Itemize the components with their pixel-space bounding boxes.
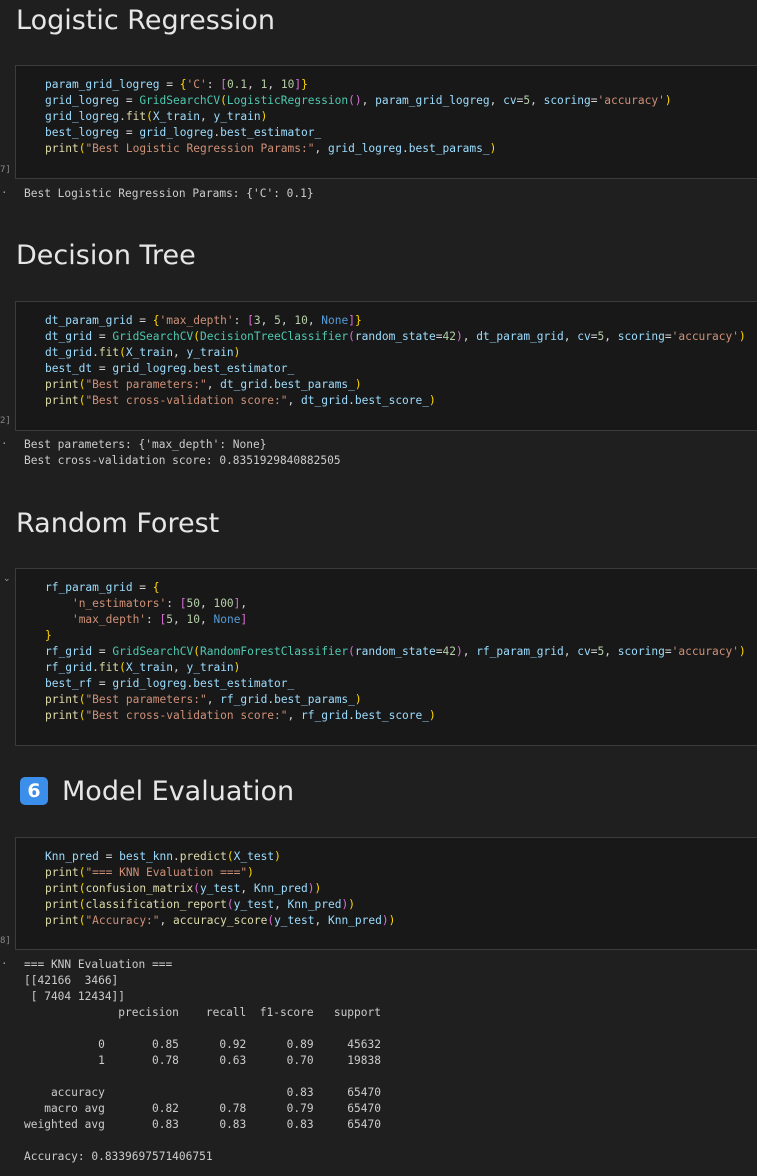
code-line: best_dt = grid_logreg.best_estimator_ [45, 362, 295, 375]
code-editor-logistic-regression[interactable]: param_grid_logreg = {'C': [0.1, 1, 10]} g… [45, 77, 672, 157]
code-line: 'n_estimators': [50, 100], [71, 597, 248, 610]
code-cell-logistic-regression[interactable]: param_grid_logreg = {'C': [0.1, 1, 10]} g… [15, 65, 757, 179]
code-cell-decision-tree[interactable]: dt_param_grid = {'max_depth': [3, 5, 10,… [15, 301, 757, 431]
output-line: Best parameters: {'max_depth': None} [24, 438, 267, 451]
cell-output-logistic-regression: Best Logistic Regression Params: {'C': 0… [24, 186, 314, 202]
code-editor-decision-tree[interactable]: dt_param_grid = {'max_depth': [3, 5, 10,… [45, 313, 746, 409]
code-line: print("Best cross-validation score:", rf… [45, 709, 436, 722]
output-line: Best Logistic Regression Params: {'C': 0… [24, 187, 314, 200]
code-line: print("Accuracy:", accuracy_score(y_test… [45, 914, 396, 927]
cell-output-model-evaluation: === KNN Evaluation === [[42166 3466] [ 74… [24, 957, 381, 1165]
code-line: rf_param_grid = { [45, 581, 160, 594]
code-line: dt_grid = GridSearchCV(DecisionTreeClass… [45, 330, 746, 343]
code-line: grid_logreg.fit(X_train, y_train) [45, 110, 268, 123]
output-line: weighted avg 0.83 0.83 0.83 65470 [24, 1118, 381, 1131]
code-line: grid_logreg = GridSearchCV(LogisticRegre… [45, 94, 672, 107]
output-line: 0 0.85 0.92 0.89 45632 [24, 1038, 381, 1051]
code-line: 'max_depth': [5, 10, None] [71, 613, 248, 626]
output-line: Best cross-validation score: 0.835192984… [24, 454, 341, 467]
execution-count: 2] [0, 416, 11, 426]
code-line: print("Best Logistic Regression Params:"… [45, 142, 497, 155]
code-editor-random-forest[interactable]: rf_param_grid = { 'n_estimators': [50, 1… [45, 580, 746, 724]
chevron-down-icon[interactable]: ⌄ [3, 573, 11, 584]
output-line: Accuracy: 0.8339697571406751 [24, 1150, 213, 1163]
code-line: print("Best parameters:", dt_grid.best_p… [45, 378, 362, 391]
code-cell-random-forest[interactable]: rf_param_grid = { 'n_estimators': [50, 1… [15, 568, 757, 746]
heading-random-forest: Random Forest [16, 508, 220, 539]
code-line: print("Best cross-validation score:", dt… [45, 394, 436, 407]
code-line: dt_param_grid = {'max_depth': [3, 5, 10,… [45, 314, 362, 327]
code-line: print("=== KNN Evaluation ===") [45, 866, 254, 879]
output-line: [[42166 3466] [24, 974, 119, 987]
code-line: best_rf = grid_logreg.best_estimator_ [45, 677, 295, 690]
heading-logistic-regression: Logistic Regression [16, 5, 275, 36]
output-line: === KNN Evaluation === [24, 958, 173, 971]
heading-model-evaluation-text: Model Evaluation [62, 776, 295, 807]
code-line: dt_grid.fit(X_train, y_train) [45, 346, 241, 359]
code-cell-model-evaluation[interactable]: Knn_pred = best_knn.predict(X_test)print… [15, 837, 757, 950]
code-line: best_logreg = grid_logreg.best_estimator… [45, 126, 322, 139]
execution-count: 7] [0, 165, 11, 175]
output-line: macro avg 0.82 0.78 0.79 65470 [24, 1102, 381, 1115]
code-editor-model-evaluation[interactable]: Knn_pred = best_knn.predict(X_test)print… [45, 849, 395, 929]
output-line: [ 7404 12434]] [24, 990, 126, 1003]
output-line: precision recall f1-score support [24, 1006, 381, 1019]
code-line: print(classification_report(y_test, Knn_… [45, 898, 355, 911]
code-line: print(confusion_matrix(y_test, Knn_pred)… [45, 882, 322, 895]
execution-count: 8] [0, 936, 11, 946]
output-bullet-icon: · [1, 957, 8, 970]
code-line: print("Best parameters:", rf_grid.best_p… [45, 693, 362, 706]
output-bullet-icon: · [1, 437, 8, 450]
cell-output-decision-tree: Best parameters: {'max_depth': None} Best… [24, 437, 341, 469]
output-line: 1 0.78 0.63 0.70 19838 [24, 1054, 381, 1067]
code-line: } [45, 629, 52, 642]
heading-decision-tree: Decision Tree [16, 240, 196, 271]
output-line: accuracy 0.83 65470 [24, 1086, 381, 1099]
keycap-six-icon: 6 [20, 777, 48, 805]
code-line: rf_grid = GridSearchCV(RandomForestClass… [45, 645, 746, 658]
code-line: param_grid_logreg = {'C': [0.1, 1, 10]} [45, 78, 308, 91]
heading-model-evaluation: 6 Model Evaluation [16, 776, 294, 807]
output-bullet-icon: · [1, 186, 8, 199]
code-line: rf_grid.fit(X_train, y_train) [45, 661, 241, 674]
code-line: Knn_pred = best_knn.predict(X_test) [45, 850, 281, 863]
